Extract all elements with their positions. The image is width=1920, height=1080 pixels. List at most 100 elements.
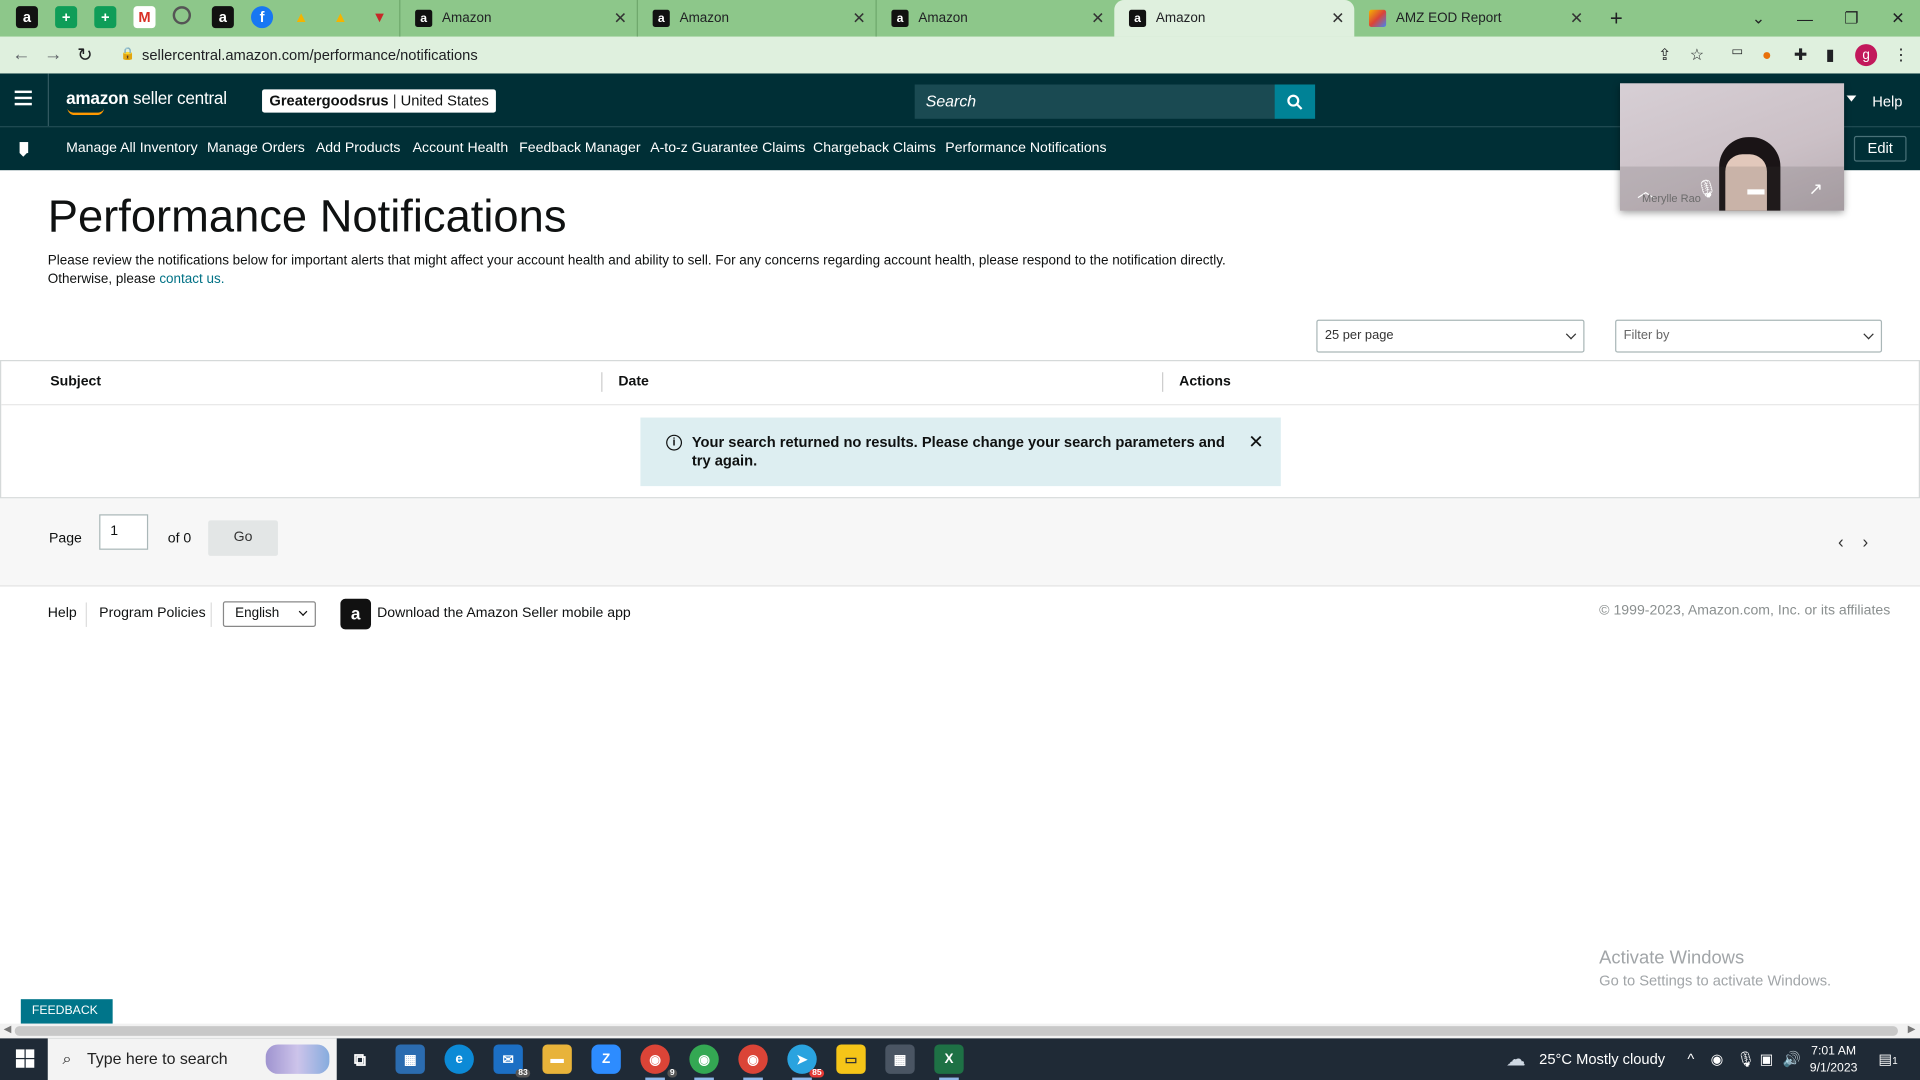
- nav-a-to-z-claims[interactable]: A-to-z Guarantee Claims: [650, 141, 805, 156]
- horizontal-scrollbar[interactable]: ◀ ▶: [0, 1023, 1920, 1039]
- sticky-notes-icon[interactable]: ▭: [836, 1044, 866, 1074]
- language-select[interactable]: English: [222, 601, 316, 627]
- gmail-pinned-tab-icon[interactable]: M: [133, 6, 156, 29]
- close-tab-icon[interactable]: ✕: [1331, 9, 1344, 29]
- column-subject[interactable]: Subject: [50, 375, 101, 390]
- previous-page-icon[interactable]: ‹: [1838, 531, 1844, 551]
- seller-central-logo[interactable]: amazon seller central: [66, 88, 227, 116]
- new-tab-plus-icon[interactable]: +: [1593, 0, 1640, 37]
- volume-icon[interactable]: 🔊: [1783, 1051, 1801, 1068]
- tab-amz-eod-report[interactable]: AMZ EOD Report ✕: [1354, 0, 1593, 37]
- edge-browser-icon[interactable]: e: [444, 1044, 474, 1074]
- tray-chevron-up-icon[interactable]: ^: [1687, 1051, 1694, 1068]
- extension-orange-icon[interactable]: ●: [1762, 45, 1772, 63]
- amazon-pinned-tab-icon-2[interactable]: a: [211, 6, 234, 29]
- tab-amazon-3[interactable]: a Amazon ✕: [875, 0, 1115, 37]
- forward-arrow-icon[interactable]: →: [44, 44, 62, 65]
- contact-us-link[interactable]: contact us.: [159, 272, 224, 287]
- nav-account-health[interactable]: Account Health: [413, 141, 509, 156]
- profile-avatar[interactable]: g: [1855, 44, 1878, 67]
- edit-nav-button[interactable]: Edit: [1853, 135, 1907, 162]
- url-field[interactable]: 🔒 sellercentral.amazon.com/performance/n…: [110, 41, 1715, 69]
- account-dropdown-caret-icon[interactable]: [1846, 95, 1857, 102]
- close-window-icon[interactable]: ✕: [1875, 0, 1920, 37]
- extensions-puzzle-icon[interactable]: ✚: [1794, 45, 1807, 65]
- amazon-seller-app-icon[interactable]: a: [340, 598, 372, 630]
- zoom-icon[interactable]: Z: [591, 1044, 621, 1074]
- microsoft-store-icon[interactable]: ▦: [395, 1044, 425, 1074]
- nav-performance-notifications[interactable]: Performance Notifications: [945, 141, 1106, 156]
- scrollbar-thumb[interactable]: [14, 1026, 1898, 1036]
- go-button[interactable]: Go: [208, 520, 278, 556]
- feedback-tab[interactable]: FEEDBACK ✕: [20, 999, 113, 1042]
- video-call-overlay[interactable]: ︿ 🎙 ▬ ↗ Merylle Rao: [1620, 83, 1845, 211]
- close-alert-icon[interactable]: ✕: [1248, 433, 1263, 451]
- close-tab-icon[interactable]: ✕: [852, 9, 865, 29]
- nav-feedback-manager[interactable]: Feedback Manager: [519, 141, 640, 156]
- tray-microphone-icon[interactable]: 🎙: [1736, 1051, 1755, 1068]
- calculator-icon[interactable]: ▦: [885, 1044, 915, 1074]
- close-tab-icon[interactable]: ✕: [614, 9, 627, 29]
- system-clock[interactable]: 7:01 AM 9/1/2023: [1810, 1043, 1858, 1077]
- help-link[interactable]: Help: [1872, 93, 1902, 110]
- nav-add-products[interactable]: Add Products: [316, 141, 401, 156]
- column-date[interactable]: Date: [618, 375, 649, 390]
- weather-cloud-icon[interactable]: ☁: [1506, 1047, 1526, 1071]
- minimize-icon[interactable]: —: [1782, 0, 1829, 37]
- scroll-left-icon[interactable]: ◀: [4, 1024, 12, 1035]
- extension-off-icon[interactable]: ▭: [1731, 45, 1743, 58]
- telegram-icon[interactable]: ➤ 85: [787, 1044, 825, 1080]
- back-arrow-icon[interactable]: ←: [12, 44, 30, 65]
- search-input[interactable]: Search: [914, 84, 1276, 119]
- task-view-icon[interactable]: ⧉: [345, 1044, 374, 1073]
- shield-pinned-tab-icon[interactable]: ▼: [369, 6, 391, 28]
- camera-icon[interactable]: ▬: [1747, 179, 1764, 199]
- tray-app-icon[interactable]: ◉: [1711, 1051, 1724, 1068]
- footer-program-policies-link[interactable]: Program Policies: [99, 606, 205, 621]
- side-panel-icon[interactable]: ▮: [1826, 45, 1835, 65]
- per-page-select[interactable]: 25 per page: [1316, 319, 1585, 353]
- windows-start-icon[interactable]: [15, 1049, 36, 1069]
- share-icon[interactable]: ⇪: [1658, 45, 1671, 65]
- store-switcher[interactable]: Greatergoodsrus | United States: [262, 89, 497, 113]
- sheets-pinned-tab-icon-2[interactable]: +: [94, 6, 117, 29]
- amazon-pinned-tab-icon[interactable]: a: [15, 6, 38, 29]
- tab-search-chevron-icon[interactable]: ⌄: [1735, 0, 1782, 37]
- nav-manage-orders[interactable]: Manage Orders: [207, 141, 305, 156]
- sheets-pinned-tab-icon[interactable]: +: [55, 6, 78, 29]
- weather-text[interactable]: 25°C Mostly cloudy: [1539, 1051, 1665, 1068]
- drive-pinned-tab-icon-2[interactable]: ▲: [329, 6, 351, 28]
- restore-icon[interactable]: ❐: [1828, 0, 1875, 37]
- taskbar-search-input[interactable]: ⌕ Type here to search: [47, 1038, 337, 1080]
- chrome-icon[interactable]: ◉ 9: [640, 1044, 678, 1080]
- popout-icon[interactable]: ↗: [1809, 179, 1823, 200]
- footer-help-link[interactable]: Help: [48, 606, 77, 621]
- tab-amazon-1[interactable]: a Amazon ✕: [399, 0, 637, 37]
- file-explorer-icon[interactable]: ▬: [542, 1044, 572, 1074]
- close-tab-icon[interactable]: ✕: [1091, 9, 1104, 29]
- excel-icon[interactable]: X: [934, 1044, 964, 1080]
- tab-amazon-2[interactable]: a Amazon ✕: [636, 0, 876, 37]
- filter-by-select[interactable]: Filter by: [1615, 319, 1883, 353]
- drive-pinned-tab-icon[interactable]: ▲: [290, 6, 312, 28]
- globe-pinned-tab-icon[interactable]: [172, 6, 192, 25]
- bookmark-star-icon[interactable]: ☆: [1690, 45, 1704, 65]
- page-number-input[interactable]: 1: [99, 514, 149, 550]
- nav-chargeback-claims[interactable]: Chargeback Claims: [813, 141, 936, 156]
- scroll-right-icon[interactable]: ▶: [1908, 1024, 1916, 1035]
- bookmark-icon[interactable]: [19, 142, 29, 157]
- notification-center-icon[interactable]: ▤1: [1878, 1051, 1897, 1068]
- search-button[interactable]: [1274, 84, 1316, 119]
- download-app-link[interactable]: Download the Amazon Seller mobile app: [377, 606, 631, 621]
- reload-icon[interactable]: ↻: [77, 44, 92, 66]
- hamburger-menu-icon[interactable]: [14, 90, 32, 106]
- facebook-pinned-tab-icon[interactable]: f: [251, 6, 274, 29]
- chrome-profile-3-icon[interactable]: ◉: [738, 1044, 768, 1080]
- close-tab-icon[interactable]: ✕: [1570, 9, 1583, 29]
- tab-amazon-active[interactable]: a Amazon ✕: [1114, 0, 1355, 37]
- next-page-icon[interactable]: ›: [1862, 531, 1868, 551]
- nav-manage-all-inventory[interactable]: Manage All Inventory: [66, 141, 198, 156]
- mail-icon[interactable]: ✉ 83: [493, 1044, 531, 1078]
- browser-menu-icon[interactable]: ⋮: [1893, 45, 1909, 65]
- chrome-profile-2-icon[interactable]: ◉: [689, 1044, 719, 1080]
